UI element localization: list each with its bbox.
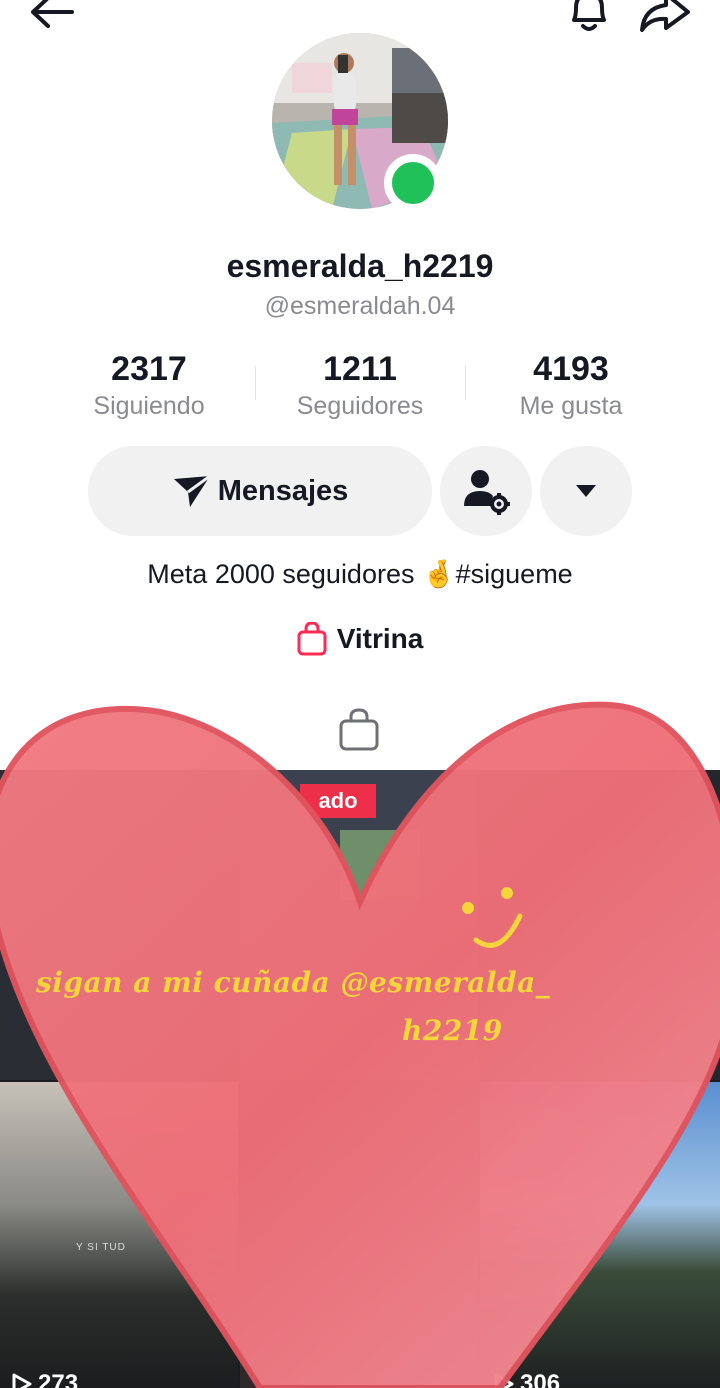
share-icon[interactable] <box>636 0 694 36</box>
stat-following-value: 2317 <box>111 350 187 388</box>
video-thumbnail[interactable]: Y SI TUD 273 <box>0 1082 238 1388</box>
shop-tab-icon[interactable] <box>338 708 380 752</box>
username-handle: @esmeraldah.04 <box>264 292 456 320</box>
bell-icon[interactable] <box>562 0 616 36</box>
bio-hashtag[interactable]: #sigueme <box>456 559 573 589</box>
message-button-label: Mensajes <box>217 474 349 507</box>
crossed-fingers-emoji: 🤞 <box>422 559 456 589</box>
video-thumbnail[interactable] <box>480 770 720 1080</box>
stat-likes[interactable]: 4193 Me gusta <box>466 348 676 422</box>
stat-followers-label: Seguidores <box>296 392 424 420</box>
overlay-text-line2: h2219 <box>402 1014 503 1047</box>
stat-likes-label: Me gusta <box>519 392 623 420</box>
friend-settings-button[interactable] <box>440 446 532 536</box>
stat-likes-value: 4193 <box>533 350 609 388</box>
online-status-badge <box>384 154 442 212</box>
video-thumbnail[interactable] <box>0 770 238 1080</box>
video-views: 306 <box>494 1370 560 1388</box>
vitrina-link[interactable]: Vitrina <box>0 622 720 656</box>
send-icon <box>173 474 211 507</box>
stat-following[interactable]: 2317 Siguiendo <box>44 348 254 422</box>
video-views-count: 306 <box>520 1370 561 1388</box>
thumbnail-image <box>340 830 420 900</box>
stat-followers-value: 1211 <box>323 350 397 388</box>
stat-following-label: Siguiendo <box>93 392 205 420</box>
profile-bio: Meta 2000 seguidores 🤞#sigueme <box>0 558 720 590</box>
video-grid: ado Y SI TUD 273 306 <box>0 770 720 1388</box>
play-icon <box>12 1373 32 1388</box>
stat-followers[interactable]: 1211 Seguidores <box>255 348 465 422</box>
more-options-button[interactable] <box>540 446 632 536</box>
message-button[interactable]: Mensajes <box>88 446 432 536</box>
video-thumbnail[interactable]: 306 <box>480 1082 720 1388</box>
play-icon <box>494 1373 514 1388</box>
video-views: 273 <box>12 1370 78 1388</box>
display-name: esmeralda_h2219 <box>226 248 494 284</box>
back-arrow-icon[interactable] <box>26 0 78 34</box>
caret-down-icon <box>576 485 596 497</box>
bio-text: Meta 2000 seguidores <box>147 559 415 589</box>
thumbnail-tag: ado <box>300 784 376 818</box>
shopping-bag-icon <box>297 622 327 656</box>
video-thumbnail[interactable] <box>240 1082 478 1388</box>
video-views-count: 273 <box>38 1370 79 1388</box>
overlay-text-line1: sigan a mi cuñada @esmeralda_ <box>36 966 551 999</box>
user-settings-icon <box>464 470 510 515</box>
thumbnail-caption: Y SI TUD <box>76 1242 126 1253</box>
vitrina-label: Vitrina <box>336 623 424 654</box>
